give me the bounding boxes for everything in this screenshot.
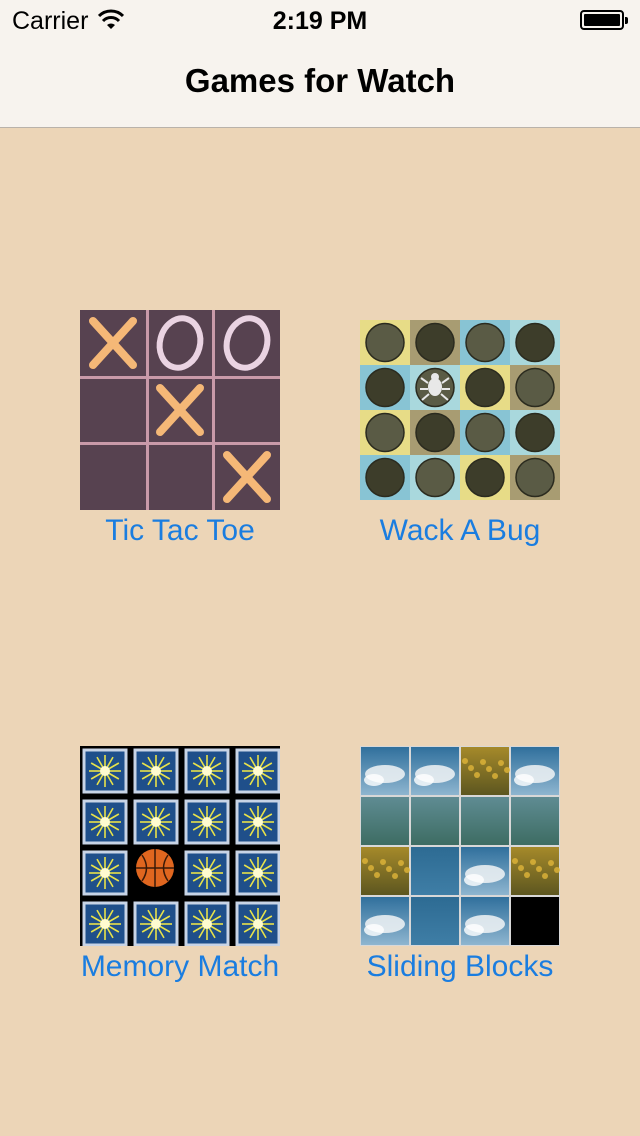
memory-card xyxy=(235,850,280,896)
sliding-tile xyxy=(410,846,460,896)
status-bar: Carrier 2:19 PM xyxy=(0,0,640,40)
hole xyxy=(465,367,505,408)
hole xyxy=(515,367,555,408)
memory-card xyxy=(133,748,179,794)
game-wack-a-bug[interactable]: Wack A Bug xyxy=(330,310,590,548)
hole xyxy=(515,322,555,363)
sliding-tile xyxy=(360,796,410,846)
hole xyxy=(415,457,455,498)
memory-card xyxy=(82,901,128,946)
battery-icon xyxy=(580,10,628,30)
hole xyxy=(465,412,505,453)
memory-card xyxy=(82,799,128,845)
sliding-tile xyxy=(410,896,460,946)
hole xyxy=(415,412,455,453)
hole xyxy=(365,457,405,498)
game-tic-tac-toe[interactable]: Tic Tac Toe xyxy=(50,310,310,548)
memory-card xyxy=(133,799,179,845)
hole xyxy=(365,322,405,363)
hole xyxy=(365,367,405,408)
sliding-tile xyxy=(510,746,560,796)
page-title: Games for Watch xyxy=(184,62,456,99)
sliding-tile xyxy=(360,846,410,896)
tic-tac-toe-link[interactable]: Tic Tac Toe xyxy=(50,514,310,548)
navigation-bar: Games for Watch xyxy=(0,40,640,128)
hole xyxy=(515,457,555,498)
wack-a-bug-link[interactable]: Wack A Bug xyxy=(330,514,590,548)
sliding-tile xyxy=(460,896,510,946)
memory-card xyxy=(184,748,230,794)
basketball-icon xyxy=(136,849,174,887)
memory-card xyxy=(184,799,230,845)
status-time: 2:19 PM xyxy=(272,7,368,35)
sliding-tile xyxy=(410,796,460,846)
hole xyxy=(365,412,405,453)
sliding-tile xyxy=(510,896,560,946)
memory-card xyxy=(82,748,128,794)
sliding-tile xyxy=(410,746,460,796)
sliding-tile xyxy=(510,796,560,846)
hole xyxy=(465,457,505,498)
memory-card xyxy=(235,901,280,946)
sliding-tile xyxy=(460,846,510,896)
memory-card xyxy=(184,901,230,946)
sliding-blocks-thumbnail[interactable] xyxy=(360,746,560,946)
memory-card xyxy=(235,748,280,794)
sliding-tile xyxy=(510,846,560,896)
sliding-tile xyxy=(360,896,410,946)
tic-tac-toe-thumbnail[interactable] xyxy=(80,310,280,510)
memory-match-link[interactable]: Memory Match xyxy=(50,950,310,984)
hole xyxy=(415,322,455,363)
sliding-tile xyxy=(360,746,410,796)
hole xyxy=(515,412,555,453)
memory-card xyxy=(235,799,280,845)
memory-card xyxy=(184,850,230,896)
sliding-tile xyxy=(460,746,510,796)
memory-card xyxy=(82,850,128,896)
wack-a-bug-thumbnail[interactable] xyxy=(360,310,560,510)
hole xyxy=(465,322,505,363)
memory-card xyxy=(133,901,179,946)
game-memory-match[interactable]: Memory Match xyxy=(50,746,310,984)
memory-match-thumbnail[interactable] xyxy=(80,746,280,946)
sliding-blocks-link[interactable]: Sliding Blocks xyxy=(330,950,590,984)
game-sliding-blocks[interactable]: Sliding Blocks xyxy=(330,746,590,984)
sliding-tile xyxy=(460,796,510,846)
